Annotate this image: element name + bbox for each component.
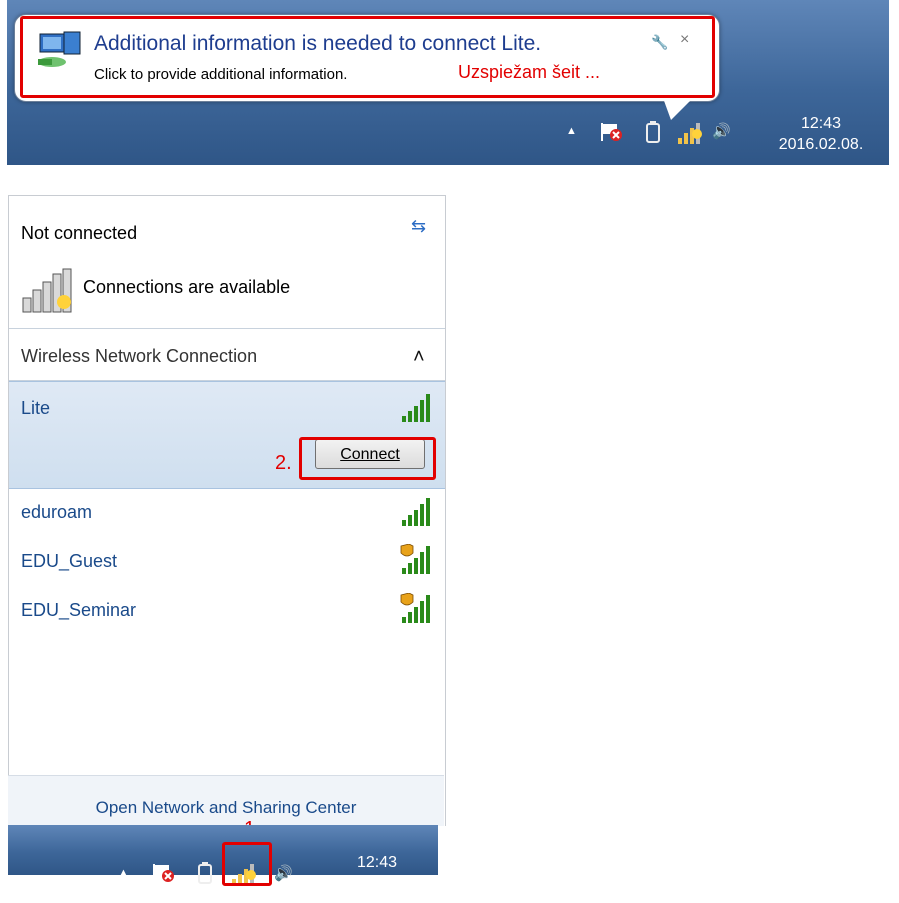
system-clock[interactable]: 12:43 2016.02.08. xyxy=(766,113,876,155)
clock-time: 12:43 xyxy=(356,854,398,871)
balloon-subtitle[interactable]: Click to provide additional information. xyxy=(94,66,347,83)
balloon-annotation: Uzspiežam šeit ... xyxy=(458,62,601,82)
close-icon[interactable]: × xyxy=(680,31,689,49)
clock-date: 2016.02.08. xyxy=(334,875,420,892)
wrench-icon[interactable]: 🔧 xyxy=(651,34,668,51)
collapse-chevron-icon[interactable]: ˄ xyxy=(413,346,425,369)
volume-icon[interactable]: 🔊 xyxy=(712,122,731,140)
action-center-flag-icon[interactable] xyxy=(598,121,624,143)
show-hidden-icons-icon[interactable]: ▲ xyxy=(118,867,129,879)
network-name[interactable]: Lite xyxy=(21,398,50,419)
network-item-edu-seminar[interactable]: EDU_Seminar xyxy=(21,600,136,621)
wireless-tray-icon[interactable] xyxy=(676,118,706,146)
connections-available-label: Connections are available xyxy=(83,277,291,297)
action-center-flag-icon[interactable] xyxy=(150,862,176,884)
secured-signal-icon xyxy=(400,593,430,623)
wireless-icon-highlight xyxy=(222,842,272,886)
system-clock[interactable]: 12:43 2016.02.08. xyxy=(322,852,432,894)
clock-time: 12:43 xyxy=(800,115,842,132)
divider xyxy=(9,328,445,329)
clock-date: 2016.02.08. xyxy=(778,136,864,153)
signal-strength-icon xyxy=(402,498,430,526)
network-item-edu-guest[interactable]: EDU_Guest xyxy=(21,551,117,572)
connect-highlight xyxy=(299,437,436,480)
battery-icon[interactable] xyxy=(198,862,212,884)
network-item-eduroam[interactable]: eduroam xyxy=(21,502,92,523)
show-hidden-icons-icon[interactable]: ▲ xyxy=(566,125,577,137)
battery-icon[interactable] xyxy=(646,121,660,143)
connection-status: Not connected xyxy=(21,223,138,243)
balloon-title[interactable]: Additional information is needed to conn… xyxy=(94,32,541,56)
volume-icon[interactable]: 🔊 xyxy=(274,864,293,882)
step-2-label: 2. xyxy=(275,452,292,474)
balloon-highlight xyxy=(20,16,715,98)
signal-strength-icon xyxy=(402,394,430,422)
secured-signal-icon xyxy=(400,544,430,574)
open-network-sharing-center-link[interactable]: Open Network and Sharing Center xyxy=(8,798,444,818)
refresh-icon[interactable]: ⇆ xyxy=(411,216,426,237)
connections-available-icon xyxy=(22,268,72,313)
balloon-tail xyxy=(663,98,693,120)
network-notification-icon xyxy=(38,31,81,67)
section-heading: Wireless Network Connection xyxy=(21,346,258,366)
flyout-footer: Open Network and Sharing Center xyxy=(8,775,444,826)
network-flyout: Not connected ⇆ Connections are availabl… xyxy=(8,195,446,826)
